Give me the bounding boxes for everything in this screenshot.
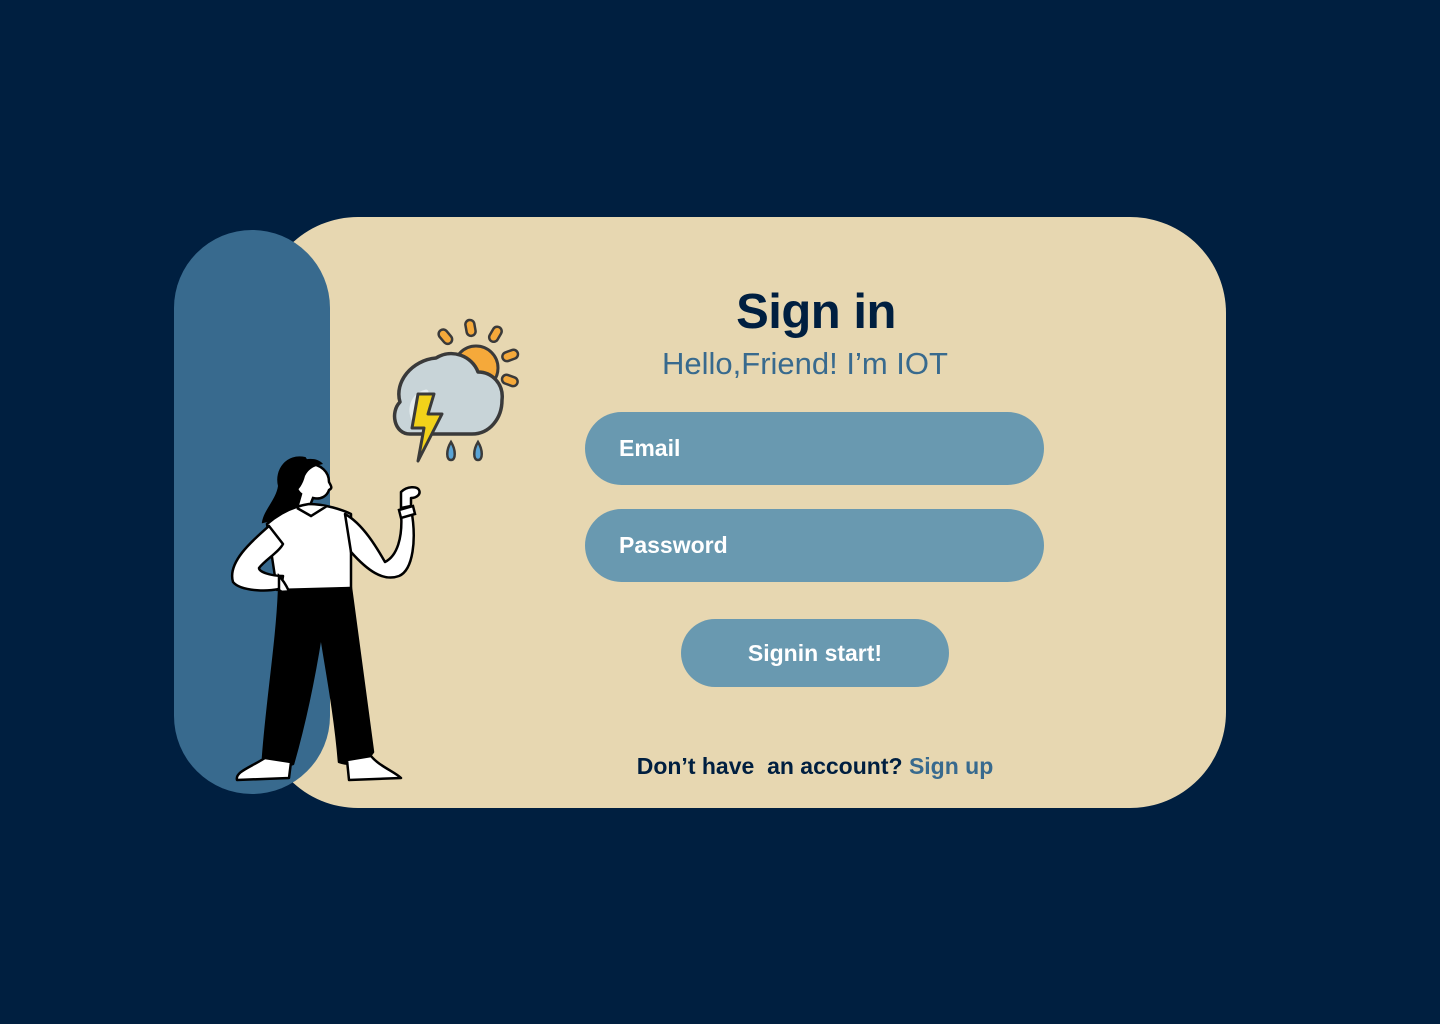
signup-prompt: Don’t have an account? Sign up — [580, 750, 1050, 782]
page-title: Sign in — [736, 285, 896, 339]
greeting-subtitle: Hello,Friend! I’m IOT — [662, 346, 948, 381]
signup-link[interactable]: Sign up — [909, 753, 993, 779]
weather-storm-sun-icon — [392, 318, 520, 463]
signin-button[interactable]: Signin start! — [681, 619, 949, 687]
email-field[interactable] — [585, 412, 1044, 485]
woman-pointing-illustration — [230, 456, 421, 782]
password-field[interactable] — [585, 509, 1044, 582]
signup-prompt-text: Don’t have an account? — [636, 753, 909, 779]
